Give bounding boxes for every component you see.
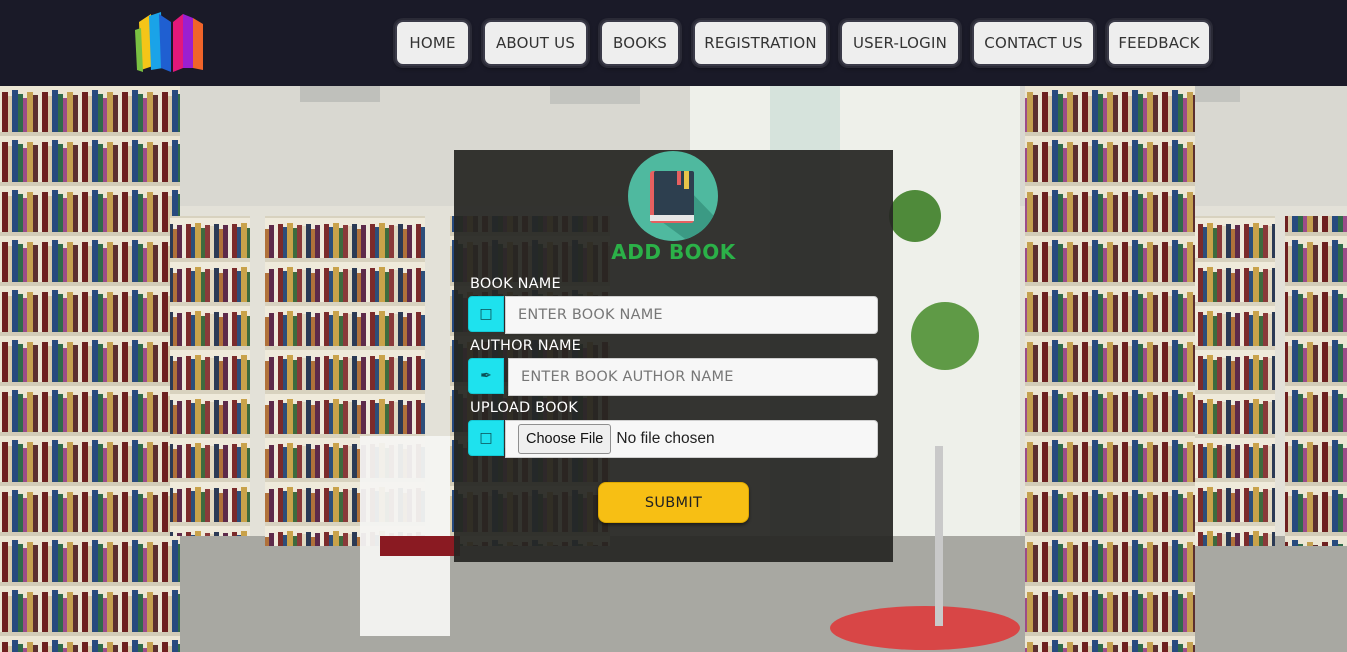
book-name-label: BOOK NAME [470, 276, 561, 292]
form-title: ADD BOOK [611, 240, 736, 264]
site-logo[interactable] [135, 10, 209, 74]
nav-registration[interactable]: REGISTRATION [693, 20, 828, 66]
upload-book-label: UPLOAD BOOK [470, 400, 578, 416]
book-icon: □ [468, 296, 504, 332]
book-name-input[interactable] [505, 296, 878, 334]
nav-contact-us[interactable]: CONTACT US [972, 20, 1095, 66]
author-name-label: AUTHOR NAME [470, 338, 582, 354]
upload-book-file-input: Choose File No file chosen [505, 420, 878, 458]
nav-feedback[interactable]: FEEDBACK [1107, 20, 1211, 66]
navbar: HOME ABOUT US BOOKS REGISTRATION USER-LO… [0, 0, 1347, 86]
upload-icon: □ [468, 420, 504, 456]
submit-button[interactable]: SUBMIT [598, 482, 749, 523]
author-name-input[interactable] [508, 358, 878, 396]
nav-about-us[interactable]: ABOUT US [483, 20, 588, 66]
nav-home[interactable]: HOME [395, 20, 470, 66]
pen-icon: ✒ [468, 358, 504, 394]
choose-file-button[interactable]: Choose File [518, 424, 612, 454]
file-status-text: No file chosen [616, 430, 715, 447]
nav-books[interactable]: BOOKS [600, 20, 680, 66]
add-book-form: ADD BOOK BOOK NAME □ AUTHOR NAME ✒ UPLOA… [454, 150, 893, 562]
book-icon [628, 151, 718, 241]
nav-user-login[interactable]: USER-LOGIN [840, 20, 960, 66]
